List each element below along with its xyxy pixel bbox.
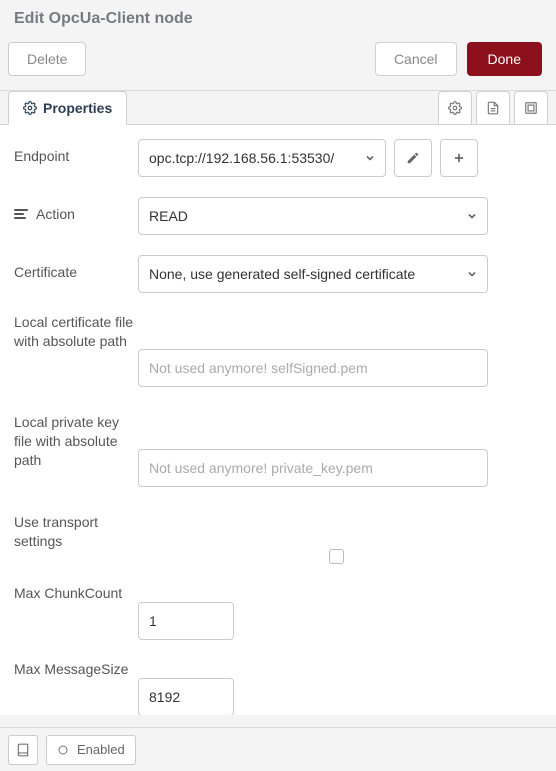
- tab-properties-label: Properties: [43, 100, 112, 116]
- circle-icon: [57, 744, 69, 756]
- docs-button[interactable]: [8, 735, 38, 765]
- transport-label: Use transport settings: [14, 513, 138, 551]
- row-max-msg: Max MessageSize: [14, 660, 534, 715]
- pencil-icon: [406, 151, 420, 165]
- certificate-label: Certificate: [14, 255, 138, 282]
- footer-bar: Enabled: [0, 727, 556, 771]
- delete-button[interactable]: Delete: [8, 42, 86, 76]
- row-endpoint: Endpoint opc.tcp://192.168.56.1:53530/: [14, 139, 534, 177]
- row-local-cert: Local certificate file with absolute pat…: [14, 313, 534, 387]
- row-local-key: Local private key file with absolute pat…: [14, 413, 534, 487]
- form-scroll-area[interactable]: Endpoint opc.tcp://192.168.56.1:53530/: [0, 125, 556, 715]
- tab-icons-right: [434, 91, 548, 125]
- list-icon: [14, 209, 30, 219]
- gear-icon: [23, 101, 37, 115]
- transport-checkbox[interactable]: [329, 549, 344, 564]
- certificate-select[interactable]: None, use generated self-signed certific…: [138, 255, 488, 293]
- max-chunk-input[interactable]: [138, 602, 234, 640]
- edit-endpoint-button[interactable]: [394, 139, 432, 177]
- tab-properties[interactable]: Properties: [8, 91, 127, 125]
- local-cert-label: Local certificate file with absolute pat…: [14, 313, 138, 351]
- done-button[interactable]: Done: [467, 42, 542, 76]
- row-max-chunk: Max ChunkCount: [14, 584, 534, 640]
- endpoint-label: Endpoint: [14, 139, 138, 166]
- enabled-label: Enabled: [77, 742, 125, 757]
- enabled-toggle[interactable]: Enabled: [46, 735, 136, 765]
- editor-title: Edit OpcUa-Client node: [0, 0, 556, 34]
- endpoint-select[interactable]: opc.tcp://192.168.56.1:53530/: [138, 139, 386, 177]
- max-chunk-label: Max ChunkCount: [14, 584, 138, 603]
- cancel-button[interactable]: Cancel: [375, 42, 457, 76]
- row-transport: Use transport settings: [14, 513, 534, 564]
- action-bar: Delete Cancel Done: [0, 34, 556, 91]
- local-key-label: Local private key file with absolute pat…: [14, 413, 138, 470]
- max-msg-label: Max MessageSize: [14, 660, 138, 679]
- settings-tab-icon[interactable]: [438, 91, 472, 125]
- local-cert-input[interactable]: [138, 349, 488, 387]
- action-select[interactable]: READ: [138, 197, 488, 235]
- appearance-tab-icon[interactable]: [514, 91, 548, 125]
- add-endpoint-button[interactable]: [440, 139, 478, 177]
- max-msg-input[interactable]: [138, 678, 234, 715]
- document-tab-icon[interactable]: [476, 91, 510, 125]
- book-icon: [16, 743, 30, 757]
- local-key-input[interactable]: [138, 449, 488, 487]
- tabs-row: Properties: [0, 91, 556, 125]
- plus-icon: [452, 151, 466, 165]
- row-action: Action READ: [14, 197, 534, 235]
- action-label: Action: [14, 197, 138, 224]
- row-certificate: Certificate None, use generated self-sig…: [14, 255, 534, 293]
